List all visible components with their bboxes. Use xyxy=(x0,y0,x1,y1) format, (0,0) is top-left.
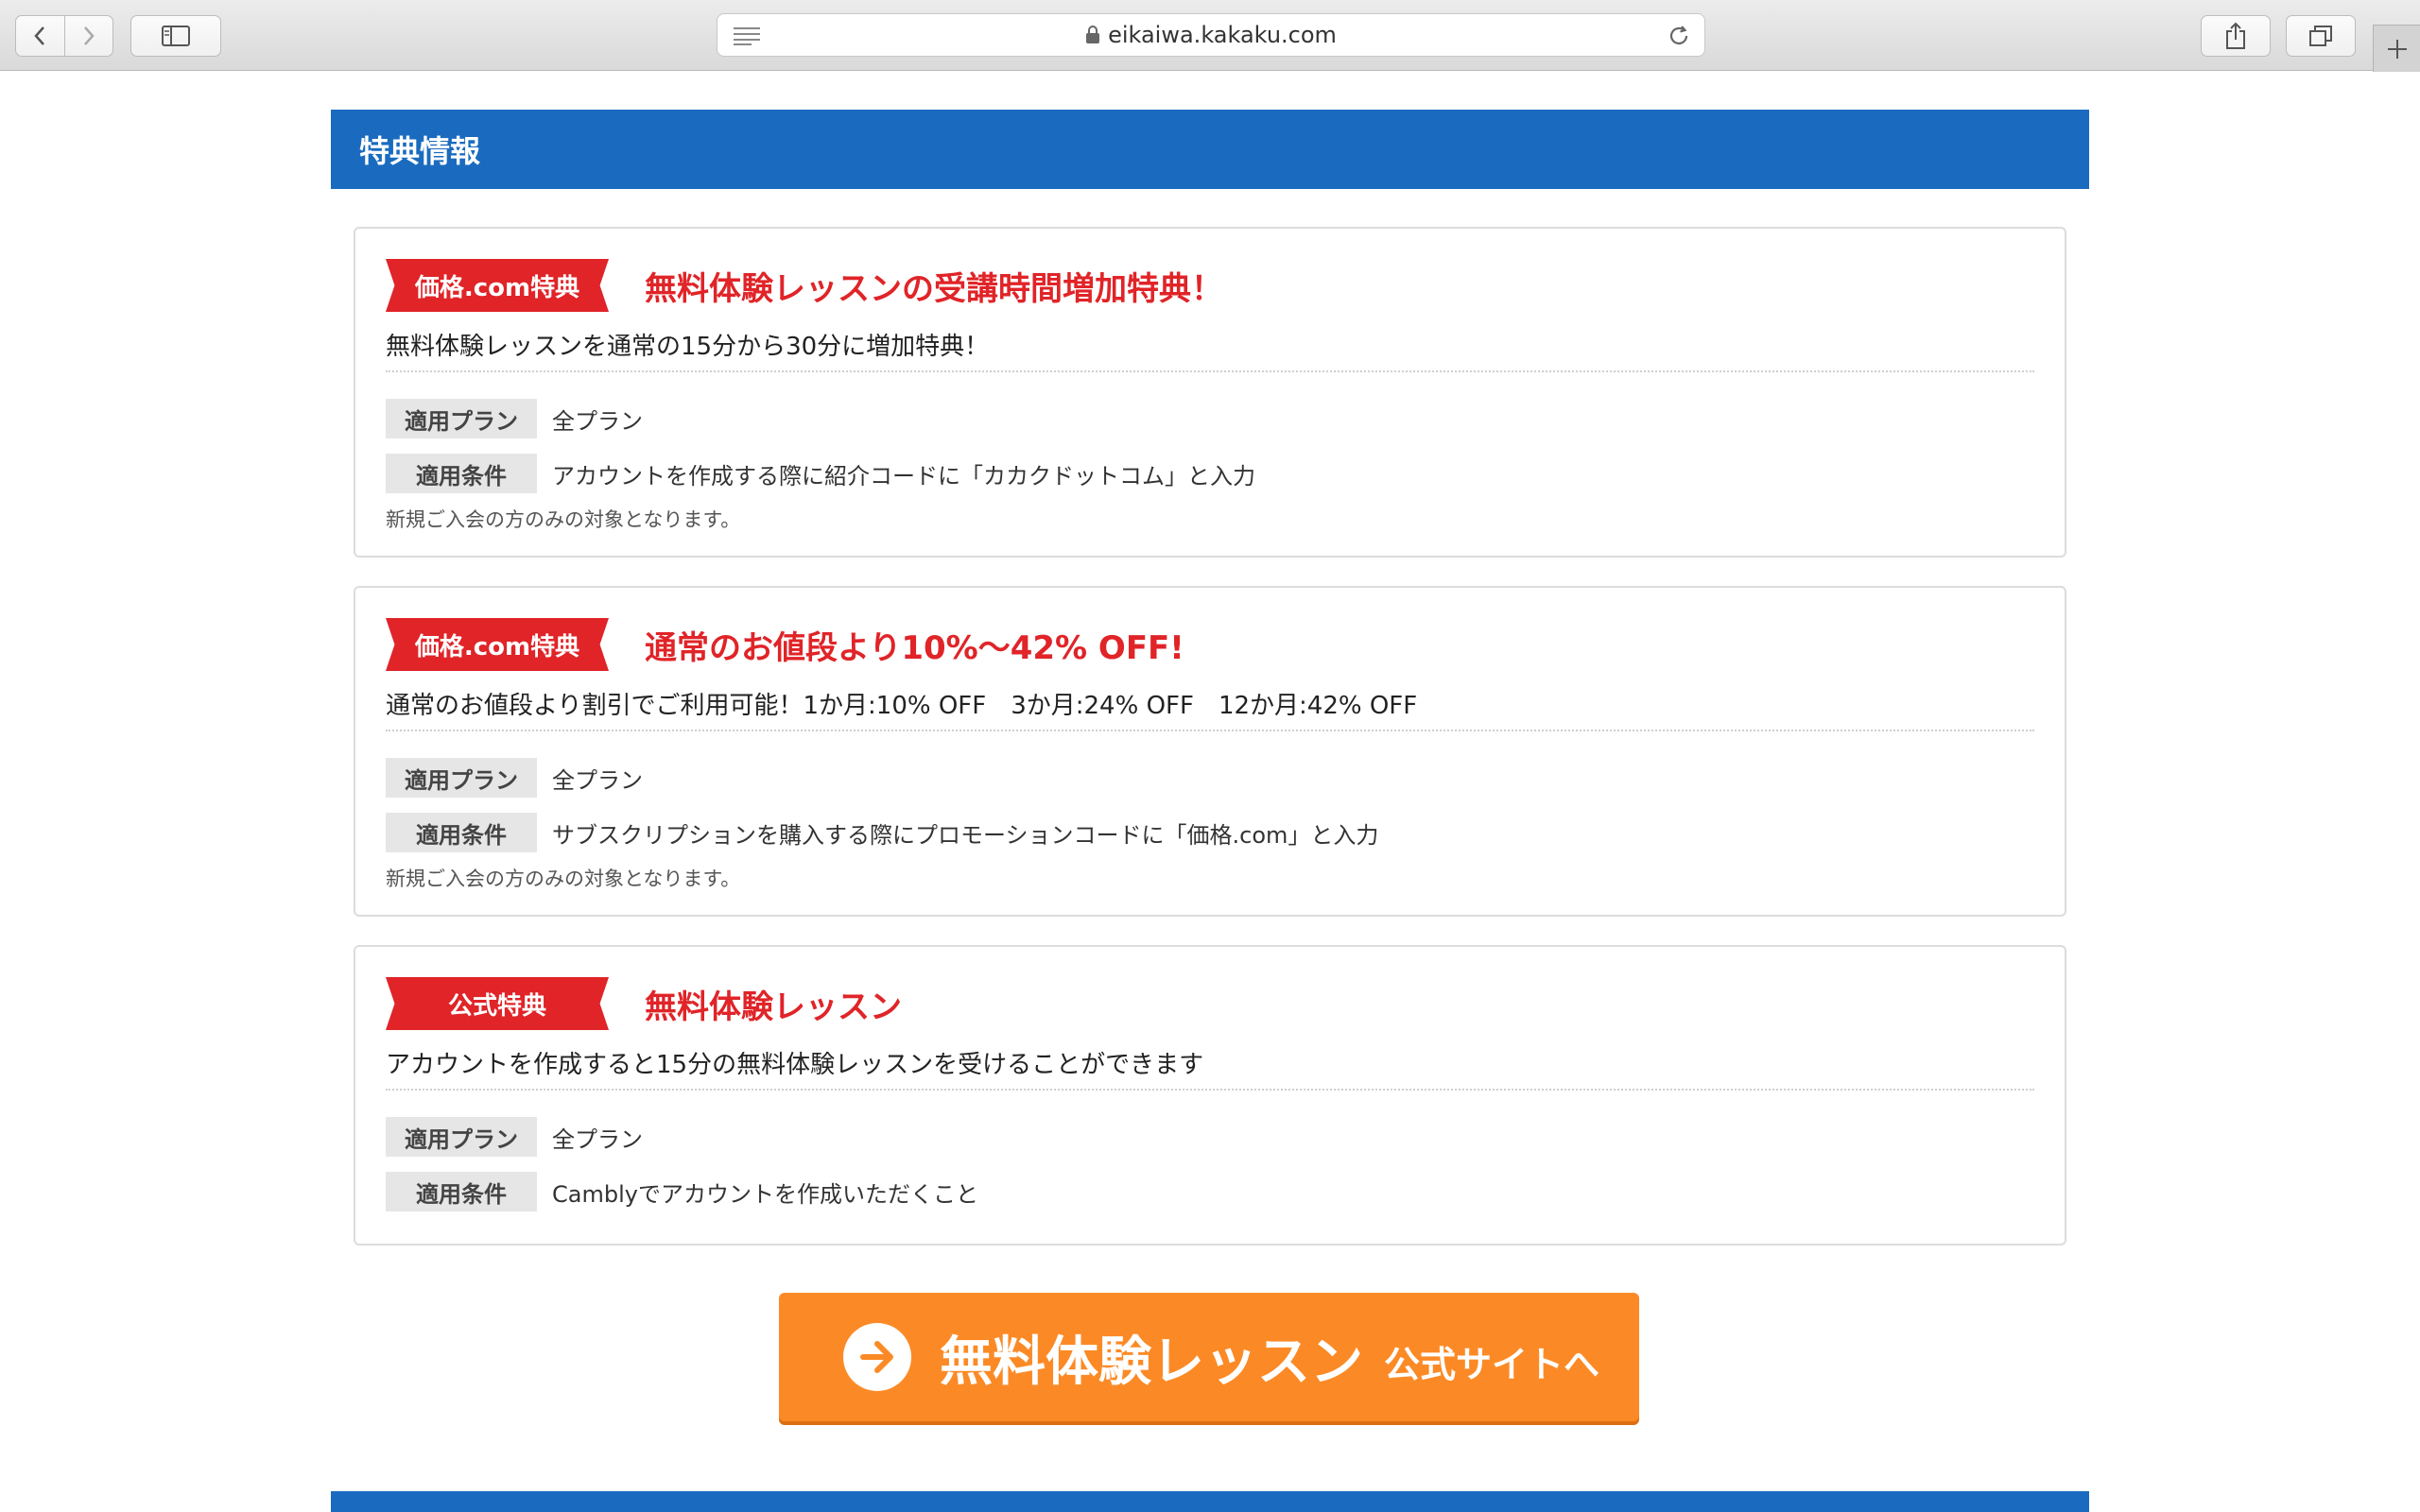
benefit-badge: 公式特典 xyxy=(386,977,609,1030)
condition-row: 適用条件 アカウントを作成する際に紹介コードに「カカクドットコム」と入力 xyxy=(386,454,1255,493)
new-tab-button[interactable] xyxy=(2373,25,2420,72)
cta-main-label: 無料体験レッスン xyxy=(940,1331,1363,1393)
free-trial-cta-button[interactable]: 無料体験レッスン 公式サイトへ xyxy=(779,1293,1639,1421)
section-header: 特典情報 xyxy=(331,110,2089,189)
divider xyxy=(386,370,2034,372)
section-title: 特典情報 xyxy=(359,133,481,169)
benefit-description: アカウントを作成すると15分の無料体験レッスンを受けることができます xyxy=(386,1051,1204,1079)
condition-label: 適用条件 xyxy=(386,454,537,493)
tabs-icon xyxy=(2309,26,2332,46)
chevron-left-icon xyxy=(34,26,45,45)
back-button[interactable] xyxy=(16,16,64,56)
sidebar-button[interactable] xyxy=(130,15,221,57)
plan-row: 適用プラン 全プラン xyxy=(386,758,643,798)
lock-icon xyxy=(1086,26,1100,43)
arrow-right-icon xyxy=(843,1323,911,1391)
plan-value: 全プラン xyxy=(552,766,643,794)
navigation-buttons xyxy=(15,15,113,57)
footer-section-header xyxy=(331,1491,2089,1512)
condition-row: 適用条件 Camblyでアカウントを作成いただくこと xyxy=(386,1172,978,1211)
plan-label: 適用プラン xyxy=(386,399,537,438)
card-header: 価格.com特典 通常のお値段より10%〜42% OFF! xyxy=(386,616,1184,673)
address-display: eikaiwa.kakaku.com xyxy=(717,14,1704,56)
condition-label: 適用条件 xyxy=(386,813,537,852)
benefit-title: 通常のお値段より10%〜42% OFF! xyxy=(645,628,1184,667)
condition-value: Camblyでアカウントを作成いただくこと xyxy=(552,1180,978,1208)
condition-row: 適用条件 サブスクリプションを購入する際にプロモーションコードに「価格.com」… xyxy=(386,813,1378,852)
benefit-note: 新規ご入会の方のみの対象となります。 xyxy=(386,868,741,890)
url-text: eikaiwa.kakaku.com xyxy=(1108,22,1337,48)
benefit-title: 無料体験レッスンの受講時間増加特典！ xyxy=(645,269,1223,308)
benefit-note: 新規ご入会の方のみの対象となります。 xyxy=(386,508,741,531)
cta-sub-label: 公式サイトへ xyxy=(1384,1343,1600,1385)
benefit-card: 価格.com特典 無料体験レッスンの受講時間増加特典！ 無料体験レッスンを通常の… xyxy=(354,227,2066,558)
share-button[interactable] xyxy=(2201,15,2271,57)
plus-icon xyxy=(2387,39,2407,59)
condition-label: 適用条件 xyxy=(386,1172,537,1211)
plan-value: 全プラン xyxy=(552,407,643,435)
reload-icon[interactable] xyxy=(1667,24,1691,48)
benefit-title: 無料体験レッスン xyxy=(645,988,902,1026)
condition-value: サブスクリプションを購入する際にプロモーションコードに「価格.com」と入力 xyxy=(552,821,1379,849)
divider xyxy=(386,730,2034,731)
benefit-description: 通常のお値段より割引でご利用可能！1か月:10% OFF 3か月:24% OFF… xyxy=(386,692,1418,720)
benefit-card: 価格.com特典 通常のお値段より10%〜42% OFF! 通常のお値段より割引… xyxy=(354,586,2066,917)
benefit-description: 無料体験レッスンを通常の15分から30分に増加特典！ xyxy=(386,333,990,361)
plan-label: 適用プラン xyxy=(386,1117,537,1157)
condition-value: アカウントを作成する際に紹介コードに「カカクドットコム」と入力 xyxy=(552,462,1255,490)
card-header: 価格.com特典 無料体験レッスンの受講時間増加特典！ xyxy=(386,257,1223,314)
address-bar[interactable]: eikaiwa.kakaku.com xyxy=(717,13,1705,57)
plan-value: 全プラン xyxy=(552,1125,643,1153)
card-header: 公式特典 無料体験レッスン xyxy=(386,975,902,1032)
plan-row: 適用プラン 全プラン xyxy=(386,399,643,438)
divider xyxy=(386,1089,2034,1091)
benefit-card: 公式特典 無料体験レッスン アカウントを作成すると15分の無料体験レッスンを受け… xyxy=(354,945,2066,1246)
tabs-overview-button[interactable] xyxy=(2286,15,2356,57)
share-icon xyxy=(2226,22,2245,49)
plan-row: 適用プラン 全プラン xyxy=(386,1117,643,1157)
chevron-right-icon xyxy=(83,26,95,45)
benefit-badge: 価格.com特典 xyxy=(386,259,609,312)
plan-label: 適用プラン xyxy=(386,758,537,798)
benefit-badge: 価格.com特典 xyxy=(386,618,609,671)
sidebar-icon xyxy=(162,26,190,46)
browser-toolbar: eikaiwa.kakaku.com xyxy=(0,0,2420,72)
forward-button[interactable] xyxy=(63,16,113,56)
